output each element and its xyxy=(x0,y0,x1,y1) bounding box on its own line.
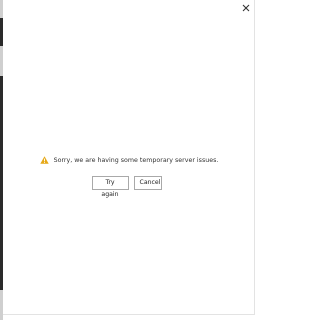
error-message: Sorry, we are having some temporary serv… xyxy=(53,156,219,164)
close-icon xyxy=(242,4,250,12)
try-again-button[interactable]: Try again xyxy=(91,176,129,198)
close-button[interactable] xyxy=(241,3,251,13)
error-message-row: Sorry, we are having some temporary serv… xyxy=(3,154,255,166)
screen: Sorry, we are having some temporary serv… xyxy=(0,0,259,320)
cancel-button[interactable]: Cancel xyxy=(133,176,162,190)
error-dialog: Sorry, we are having some temporary serv… xyxy=(3,0,255,315)
dialog-buttons: Try again Cancel xyxy=(3,176,255,198)
warning-icon xyxy=(39,156,49,164)
